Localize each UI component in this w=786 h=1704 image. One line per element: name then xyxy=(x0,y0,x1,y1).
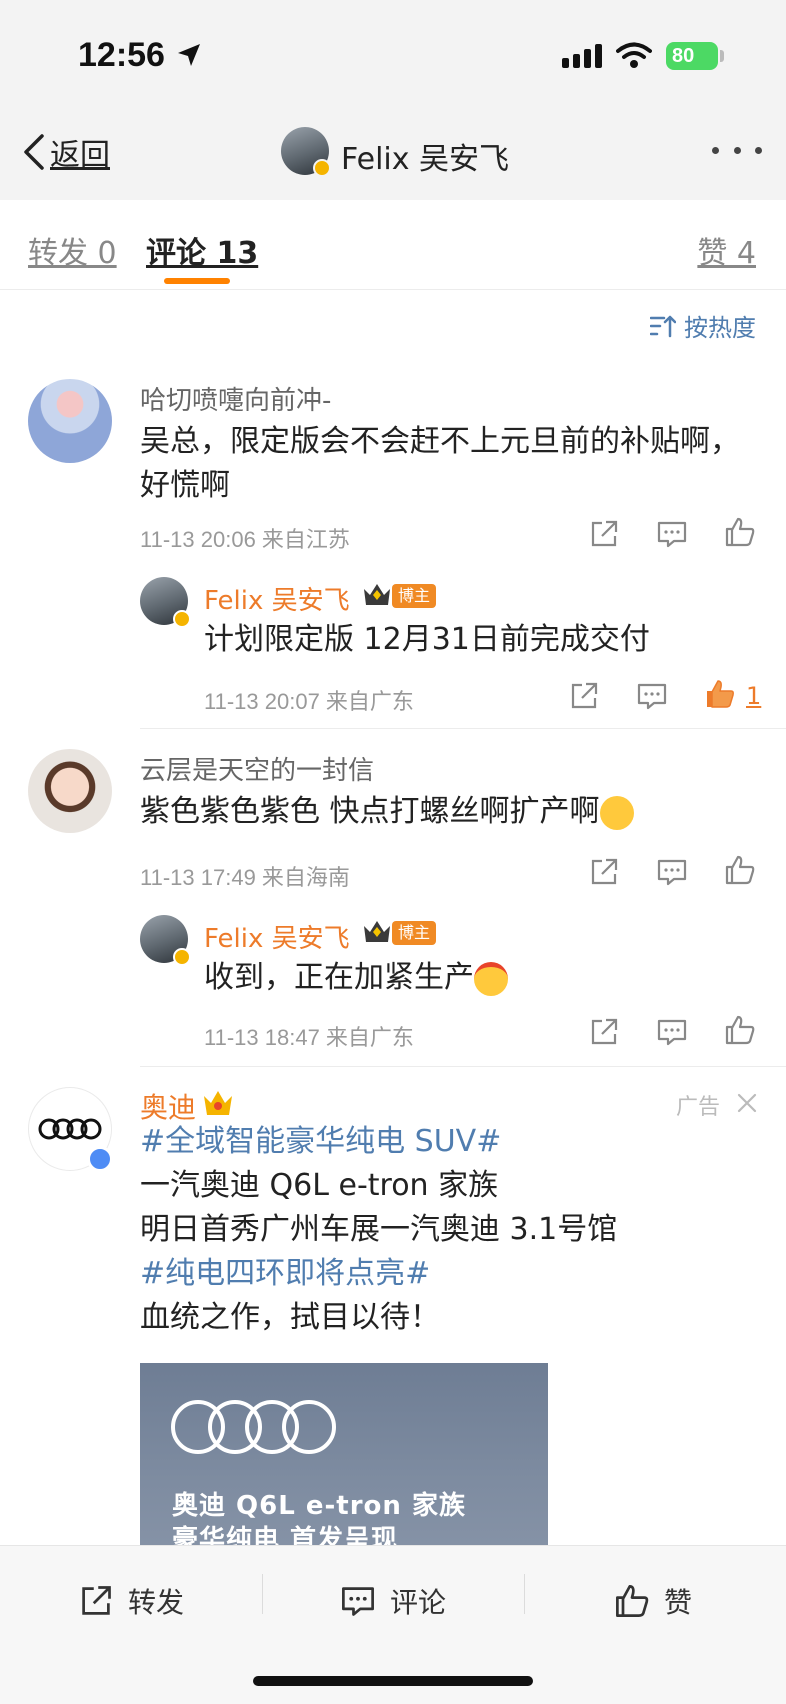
reply-avatar[interactable] xyxy=(140,915,191,966)
advertiser-avatar[interactable] xyxy=(28,1087,113,1172)
laughing-tears-emoji-icon xyxy=(599,795,634,830)
comment-username[interactable]: 哈切喷嚏向前冲- xyxy=(140,380,331,417)
host-badge: 博主 xyxy=(392,584,437,608)
ad-topic-link[interactable]: #纯电四环即将点亮# xyxy=(140,1252,430,1296)
sort-icon xyxy=(650,315,676,337)
share-icon[interactable] xyxy=(588,518,620,550)
battery-indicator: 80 xyxy=(666,42,718,70)
battery-cap xyxy=(720,50,724,62)
share-icon[interactable] xyxy=(588,856,620,888)
avatar[interactable] xyxy=(28,379,112,463)
separator xyxy=(262,1574,263,1614)
cellular-signal-icon xyxy=(562,44,602,68)
comment-icon[interactable] xyxy=(656,518,688,550)
wifi-icon xyxy=(616,42,652,68)
more-options-icon[interactable] xyxy=(712,140,762,160)
tab-comments[interactable]: 评论 13 xyxy=(146,228,258,272)
reply-text-content: 收到，正在加紧生产 xyxy=(204,960,474,995)
page-title[interactable]: Felix 吴安飞 xyxy=(341,134,509,178)
reply-meta: 11-13 18:47 来自广东 xyxy=(204,1025,414,1050)
crown-icon xyxy=(364,584,390,605)
like-icon xyxy=(616,1585,649,1617)
comment-text: 紫色紫色紫色 快点打螺丝啊扩产啊 xyxy=(140,790,634,834)
audi-rings-logo-icon xyxy=(171,1400,336,1454)
ad-image[interactable]: 奥迪 Q6L e-tron 家族 豪华纯电 首发呈现 xyxy=(140,1363,548,1545)
comment-text-line: 好慌啊 xyxy=(140,468,230,503)
comment-meta: 11-13 20:06 来自江苏 xyxy=(140,527,350,552)
ad-text-line: 明日首秀广州车展一汽奥迪 3.1号馆 xyxy=(140,1212,618,1247)
reply-username[interactable]: Felix 吴安飞 xyxy=(204,918,350,955)
verified-badge-icon xyxy=(173,610,191,628)
reply-meta: 11-13 20:07 来自广东 xyxy=(204,689,414,714)
like-count[interactable]: 1 xyxy=(746,682,761,710)
like-label: 赞 xyxy=(664,1586,693,1619)
ad-image-caption: 奥迪 Q6L e-tron 家族 xyxy=(172,1491,466,1521)
avatar[interactable] xyxy=(28,749,112,833)
divider xyxy=(140,1066,786,1067)
ad-text-line: 血统之作，拭目以待！ xyxy=(140,1300,440,1335)
close-icon[interactable] xyxy=(736,1092,758,1114)
crown-icon xyxy=(364,921,390,942)
comment-icon[interactable] xyxy=(656,856,688,888)
comment-icon[interactable] xyxy=(636,680,668,712)
tab-bar: 转发 0 评论 13 赞 4 xyxy=(0,200,786,290)
ad-label: 广告 xyxy=(676,1095,721,1120)
sort-by-popularity-button[interactable]: 按热度 xyxy=(650,308,756,343)
ad-topic-link[interactable]: #全域智能豪华纯电 SUV# xyxy=(140,1120,501,1164)
tab-likes[interactable]: 赞 4 xyxy=(697,228,756,272)
comment-button[interactable]: 评论 xyxy=(340,1576,446,1626)
share-icon[interactable] xyxy=(568,680,600,712)
tab-repost[interactable]: 转发 0 xyxy=(28,228,117,272)
location-arrow-icon xyxy=(178,44,200,66)
verified-badge-icon xyxy=(313,159,331,177)
repost-button[interactable]: 转发 xyxy=(78,1576,184,1626)
active-tab-indicator xyxy=(164,278,230,284)
back-label: 返回 xyxy=(50,138,110,173)
audi-rings-logo-icon xyxy=(38,1118,102,1140)
repost-label: 转发 xyxy=(128,1586,185,1619)
gold-crown-icon xyxy=(204,1091,232,1115)
like-icon[interactable] xyxy=(724,854,756,886)
host-badge: 博主 xyxy=(392,921,437,945)
reply-avatar[interactable] xyxy=(140,577,191,628)
comment-username[interactable]: 云层是天空的一封信 xyxy=(140,750,374,787)
like-button[interactable]: 赞 xyxy=(614,1576,692,1626)
comment-text-content: 紫色紫色紫色 快点打螺丝啊扩产啊 xyxy=(140,794,600,829)
ad-text-line: 一汽奥迪 Q6L e-tron 家族 xyxy=(140,1168,499,1203)
determined-face-emoji-icon xyxy=(474,961,508,996)
comment-text-line: 吴总，限定版会不会赶不上元旦前的补贴啊， xyxy=(140,424,740,459)
share-icon[interactable] xyxy=(588,1016,620,1048)
comment-label: 评论 xyxy=(390,1586,447,1619)
like-icon[interactable] xyxy=(724,516,756,548)
back-button[interactable]: 返回 xyxy=(22,128,110,176)
like-icon[interactable] xyxy=(724,1014,756,1046)
reply-username[interactable]: Felix 吴安飞 xyxy=(204,580,350,617)
chevron-left-icon xyxy=(24,134,44,170)
author-avatar[interactable] xyxy=(281,127,331,177)
comment-meta: 11-13 17:49 来自海南 xyxy=(140,865,350,890)
comment-icon[interactable] xyxy=(656,1016,688,1048)
verified-badge-icon xyxy=(173,948,191,966)
ad-image-caption: 豪华纯电 首发呈现 xyxy=(172,1525,399,1545)
divider xyxy=(140,728,786,729)
verified-blue-badge-icon xyxy=(87,1146,113,1172)
separator xyxy=(524,1574,525,1614)
top-area: 12:56 80 返回 Felix 吴安飞 xyxy=(0,0,786,200)
sort-label: 按热度 xyxy=(684,314,756,342)
reply-text: 收到，正在加紧生产 xyxy=(204,956,508,1000)
reply-text: 计划限定版 12月31日前完成交付 xyxy=(204,622,650,657)
like-icon-active[interactable] xyxy=(704,678,736,710)
share-icon xyxy=(82,1586,111,1615)
home-indicator xyxy=(253,1676,533,1686)
status-time: 12:56 xyxy=(78,36,165,74)
comment-icon xyxy=(342,1587,374,1616)
